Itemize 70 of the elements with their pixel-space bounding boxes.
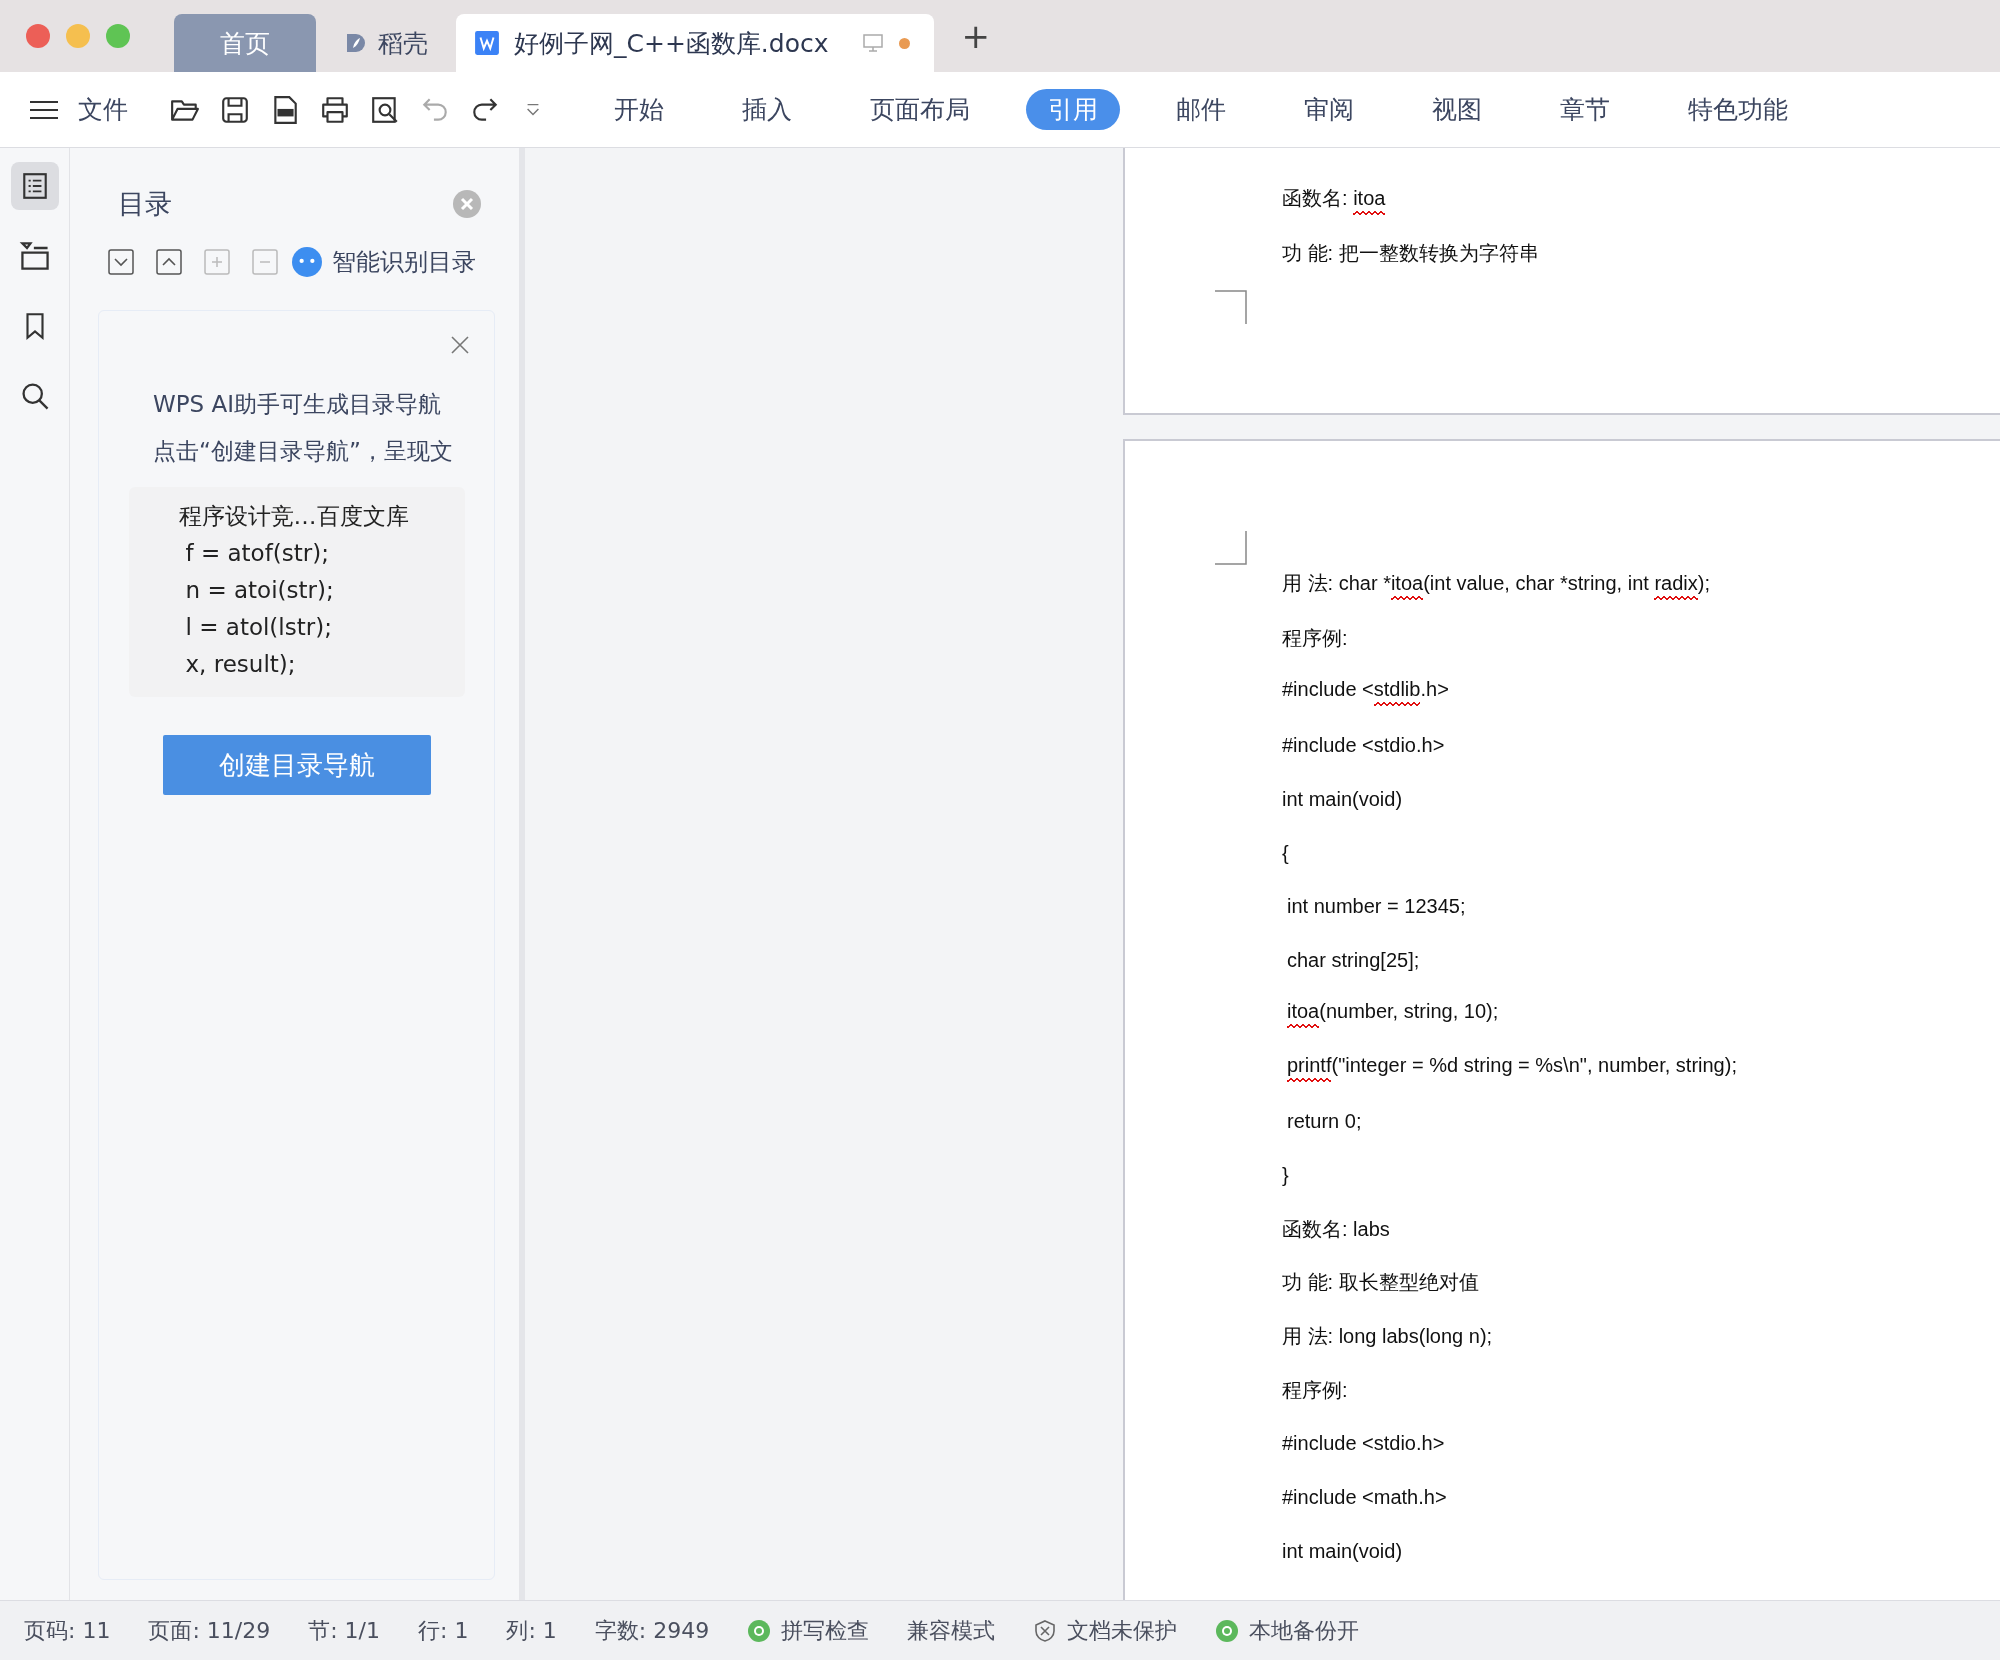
- status-text[interactable]: 本地备份开: [1249, 1615, 1360, 1646]
- document-line: 程序例:: [1282, 1377, 1348, 1403]
- document-line: int number = 12345;: [1287, 895, 1466, 920]
- ribbon-tab[interactable]: 邮件: [1154, 89, 1248, 130]
- panel-title: 目录: [118, 187, 172, 221]
- document-line: char string[25];: [1287, 949, 1420, 974]
- document-line: #include <stdlib.h>: [1282, 678, 1449, 709]
- tab[interactable]: 稻壳: [330, 14, 442, 72]
- margin-mark-icon: [1215, 290, 1247, 324]
- status-text: 节: 1/1: [308, 1616, 381, 1645]
- document-line: int main(void): [1282, 1539, 1403, 1564]
- document-line: itoa(number, string, 10);: [1287, 1000, 1499, 1031]
- save-icon[interactable]: [220, 94, 250, 125]
- document-line: printf("integer = %d string = %s\n", number, string);: [1287, 1054, 1737, 1085]
- document-line: #include <math.h>: [1282, 1486, 1447, 1511]
- promo-text: 点击“创建目录导航”，呈现文: [153, 437, 454, 466]
- close-icon[interactable]: [450, 335, 470, 355]
- status-text: 字数: 2949: [594, 1616, 710, 1645]
- document-line: 功 能: 取长整型绝对值: [1282, 1270, 1479, 1296]
- preview-line: x, result);: [184, 650, 297, 679]
- new-tab-button[interactable]: +: [961, 16, 990, 56]
- status-text: 列: 1: [506, 1616, 557, 1645]
- status-text[interactable]: 拼写检查: [781, 1615, 870, 1646]
- ribbon-tab[interactable]: 开始: [592, 89, 686, 130]
- ribbon-tab[interactable]: 审阅: [1282, 89, 1376, 130]
- expand-icon[interactable]: [108, 249, 134, 275]
- ribbon-tab[interactable]: 章节: [1538, 89, 1632, 130]
- status-text: 页面: 11/29: [148, 1616, 271, 1645]
- margin-mark-icon: [1215, 531, 1247, 565]
- collapse-icon[interactable]: [156, 249, 182, 275]
- smart-outline-link[interactable]: 智能识别目录: [332, 246, 476, 278]
- preview-line: l = atol(lstr);: [184, 613, 333, 642]
- file-menu[interactable]: 文件: [78, 93, 128, 126]
- promo-text: WPS AI助手可生成目录导航: [153, 390, 443, 419]
- close-window-button[interactable]: [26, 24, 50, 48]
- menu-icon[interactable]: [30, 99, 58, 120]
- document-line: }: [1282, 1163, 1289, 1188]
- document-line: #include <stdio.h>: [1282, 1432, 1445, 1457]
- shield-icon: [1033, 1618, 1058, 1643]
- preview-line: n = atoi(str);: [184, 576, 335, 605]
- printer-icon[interactable]: [320, 94, 350, 125]
- preview-line: f = atof(str);: [184, 539, 330, 568]
- print-preview-icon[interactable]: [370, 94, 400, 125]
- leaf-icon: [344, 31, 368, 55]
- document-line: 函数名: itoa: [1282, 184, 1386, 217]
- ribbon-tab[interactable]: 页面布局: [848, 89, 992, 130]
- document-line: int main(void): [1282, 788, 1403, 813]
- document-line: 函数名: labs: [1282, 1216, 1390, 1242]
- document-line: #include <stdio.h>: [1282, 734, 1445, 759]
- document-line: 功 能: 把一整数转换为字符串: [1282, 241, 1539, 267]
- tab[interactable]: 好例子网_C++函数库.docx: [456, 14, 934, 72]
- document-line: return 0;: [1287, 1110, 1362, 1135]
- status-text[interactable]: 文档未保护: [1067, 1615, 1178, 1646]
- panel-icon: [18, 240, 51, 272]
- ribbon-tab[interactable]: 特色功能: [1666, 89, 1810, 130]
- status-text: 行: 1: [418, 1616, 469, 1645]
- document-line: 用 法: long labs(long n);: [1282, 1323, 1493, 1349]
- document-icon: [474, 30, 500, 56]
- robot-icon: [292, 247, 322, 277]
- ribbon-tab[interactable]: 插入: [720, 89, 814, 130]
- document-line: 用 法: char *itoa(int value, char *string, int radix);: [1282, 569, 1710, 602]
- preview-line: 程序设计竞…百度文库: [178, 502, 410, 531]
- check-status-icon: [1215, 1618, 1240, 1643]
- document-line: 程序例:: [1282, 626, 1348, 652]
- document-line: {: [1282, 841, 1289, 866]
- outline-button[interactable]: [10, 162, 59, 210]
- check-status-icon: [747, 1618, 772, 1643]
- status-text: 兼容模式: [907, 1616, 996, 1645]
- ribbon-tab[interactable]: 视图: [1410, 89, 1504, 130]
- status-text: 页码: 11: [24, 1616, 111, 1645]
